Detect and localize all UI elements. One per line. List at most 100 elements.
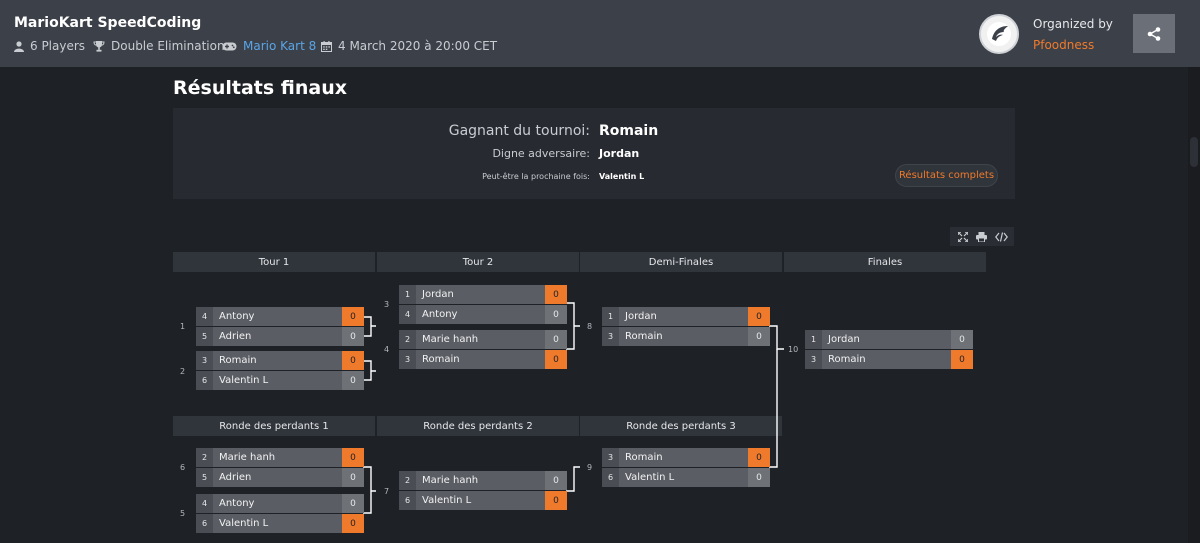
match-slot-player2[interactable]: 3 Romain 0 xyxy=(805,350,973,369)
match-slot-player2[interactable]: 5 Adrien 0 xyxy=(196,327,364,346)
match-number-7: 7 xyxy=(384,487,390,496)
format-info: Double Elimination xyxy=(93,39,225,53)
match-slot-player2[interactable]: 4 Antony 0 xyxy=(399,305,567,324)
player-name: Valentin L xyxy=(219,375,269,386)
match-slot-player1[interactable]: 4 Antony 0 xyxy=(196,494,364,513)
seed: 3 xyxy=(805,350,822,369)
player-name: Antony xyxy=(219,311,255,322)
score: 0 xyxy=(951,350,973,369)
game-name[interactable]: Mario Kart 8 xyxy=(243,39,316,53)
organizer-avatar[interactable] xyxy=(979,14,1019,54)
score: 0 xyxy=(748,448,770,467)
score: 0 xyxy=(342,448,364,467)
match-1[interactable]: 4 Antony 0 5 Adrien 0 xyxy=(196,307,364,347)
print-button[interactable] xyxy=(974,229,990,245)
seed: 5 xyxy=(196,327,213,346)
players-info: 6 Players xyxy=(14,39,85,53)
match-slot-player1[interactable]: 3 Romain 0 xyxy=(602,448,770,467)
match-slot-player1[interactable]: 4 Antony 0 xyxy=(196,307,364,326)
trophy-icon xyxy=(93,40,105,52)
score: 0 xyxy=(748,327,770,346)
match-8[interactable]: 1 Jordan 0 3 Romain 0 xyxy=(602,307,770,347)
player-name: Antony xyxy=(422,309,458,320)
match-number-8: 8 xyxy=(587,322,593,331)
seed: 5 xyxy=(196,468,213,487)
third-place-name: Valentin L xyxy=(599,172,645,181)
match-slot-player2[interactable]: 5 Adrien 0 xyxy=(196,468,364,487)
round-header-winners-2: Tour 2 xyxy=(377,252,579,272)
match-number-3: 3 xyxy=(384,300,390,309)
seed: 2 xyxy=(399,471,416,490)
vertical-scrollbar[interactable] xyxy=(1188,67,1200,543)
match-3[interactable]: 1 Jordan 0 4 Antony 0 xyxy=(399,285,567,325)
seed: 6 xyxy=(602,468,619,487)
player-name: Jordan xyxy=(828,334,860,345)
round-header-losers-2: Ronde des perdants 2 xyxy=(377,416,579,436)
score: 0 xyxy=(342,494,364,513)
players-count: 6 Players xyxy=(30,39,86,53)
match-slot-player2[interactable]: 6 Valentin L 0 xyxy=(196,514,364,533)
score: 0 xyxy=(342,351,364,370)
format-label: Double Elimination xyxy=(111,39,225,53)
score: 0 xyxy=(342,468,364,487)
match-9[interactable]: 3 Romain 0 6 Valentin L 0 xyxy=(602,448,770,488)
score: 0 xyxy=(545,471,567,490)
player-name: Valentin L xyxy=(219,518,269,529)
seed: 2 xyxy=(399,330,416,349)
score: 0 xyxy=(545,350,567,369)
match-number-9: 9 xyxy=(587,463,593,472)
seed: 3 xyxy=(196,351,213,370)
player-name: Romain xyxy=(625,452,663,463)
match-number-4: 4 xyxy=(384,345,390,354)
full-results-button[interactable]: Résultats complets xyxy=(895,164,998,187)
score: 0 xyxy=(342,327,364,346)
seed: 1 xyxy=(805,330,822,349)
match-number-10: 10 xyxy=(788,345,799,354)
match-4[interactable]: 2 Marie hanh 0 3 Romain 0 xyxy=(399,330,567,370)
game-link[interactable]: Mario Kart 8 xyxy=(222,39,316,53)
match-2[interactable]: 3 Romain 0 6 Valentin L 0 xyxy=(196,351,364,391)
match-slot-player2[interactable]: 6 Valentin L 0 xyxy=(399,491,567,510)
match-slot-player1[interactable]: 2 Marie hanh 0 xyxy=(399,471,567,490)
player-name: Antony xyxy=(219,498,255,509)
match-slot-player2[interactable]: 3 Romain 0 xyxy=(399,350,567,369)
share-button[interactable] xyxy=(1133,14,1175,53)
connector-losers-final xyxy=(769,349,778,468)
match-slot-player1[interactable]: 2 Marie hanh 0 xyxy=(196,448,364,467)
share-icon xyxy=(1147,26,1161,41)
match-6[interactable]: 2 Marie hanh 0 5 Adrien 0 xyxy=(196,448,364,488)
organizer-link[interactable]: Pfoodness xyxy=(1033,38,1094,52)
organized-by-label: Organized by xyxy=(1033,17,1113,31)
match-5[interactable]: 4 Antony 0 6 Valentin L 0 xyxy=(196,494,364,534)
scrollbar-thumb[interactable] xyxy=(1190,137,1198,167)
match-number-2: 2 xyxy=(180,367,186,376)
connector-losers-2 xyxy=(566,466,580,492)
match-7[interactable]: 2 Marie hanh 0 6 Valentin L 0 xyxy=(399,471,567,511)
match-slot-player2[interactable]: 6 Valentin L 0 xyxy=(196,371,364,390)
player-name: Jordan xyxy=(625,311,657,322)
round-header-losers-1: Ronde des perdants 1 xyxy=(173,416,375,436)
match-slot-player1[interactable]: 1 Jordan 0 xyxy=(602,307,770,326)
round-header-semifinals: Demi-Finales xyxy=(580,252,782,272)
player-name: Valentin L xyxy=(625,472,675,483)
fullscreen-button[interactable] xyxy=(955,229,971,245)
match-slot-player2[interactable]: 3 Romain 0 xyxy=(602,327,770,346)
round-header-finals: Finales xyxy=(784,252,986,272)
calendar-icon xyxy=(321,40,332,52)
score: 0 xyxy=(545,330,567,349)
match-slot-player1[interactable]: 3 Romain 0 xyxy=(196,351,364,370)
winner-name: Romain xyxy=(599,123,659,139)
match-slot-player2[interactable]: 6 Valentin L 0 xyxy=(602,468,770,487)
score: 0 xyxy=(748,307,770,326)
match-slot-player1[interactable]: 2 Marie hanh 0 xyxy=(399,330,567,349)
print-icon xyxy=(976,231,988,242)
match-10[interactable]: 1 Jordan 0 3 Romain 0 xyxy=(805,330,973,370)
player-name: Romain xyxy=(625,331,663,342)
match-number-6: 6 xyxy=(180,463,186,472)
connector-semis-final xyxy=(769,325,784,350)
runner-up-label: Digne adversaire: xyxy=(492,147,590,160)
embed-button[interactable] xyxy=(993,229,1009,245)
match-slot-player1[interactable]: 1 Jordan 0 xyxy=(399,285,567,304)
match-slot-player1[interactable]: 1 Jordan 0 xyxy=(805,330,973,349)
connector-m3-m4 xyxy=(566,302,580,350)
